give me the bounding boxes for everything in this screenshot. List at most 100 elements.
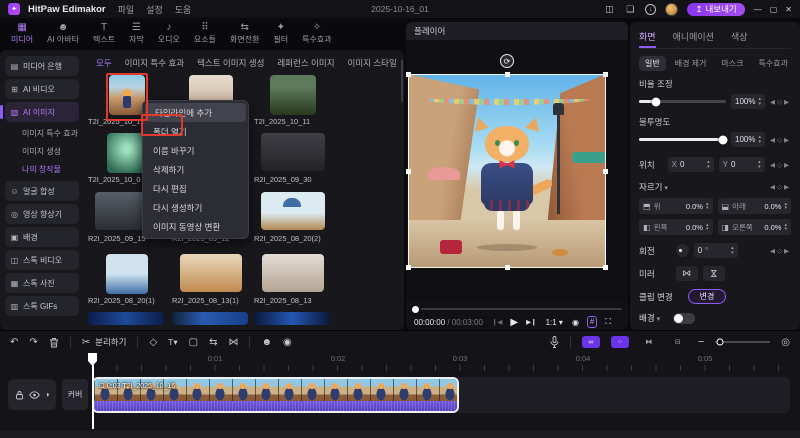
keyframe-controls[interactable] [770,183,791,191]
flip-vertical-icon[interactable]: ⋈ [703,266,725,281]
menu-help[interactable]: 도움 [175,3,192,16]
media-item[interactable] [88,312,166,325]
media-item[interactable] [172,312,250,325]
seek-track[interactable] [421,308,622,310]
menu-item-rename[interactable]: 이름 바꾸기 [143,141,248,160]
timeline-zoom-slider[interactable] [715,341,770,343]
media-thumbnail[interactable] [262,254,324,292]
media-thumbnail[interactable] [88,312,164,325]
crop-left-field[interactable]: ◧왼쪽0.0% [639,219,713,235]
tab-color[interactable]: 색상 [731,30,748,48]
export-button[interactable]: ↥ 내보내기 [687,3,744,16]
menu-item-delete[interactable]: 삭제하기 [143,160,248,179]
selection-handle[interactable] [603,72,608,77]
keyframe-controls[interactable] [770,98,791,106]
stepper-icon[interactable] [784,223,787,232]
media-thumbnail[interactable] [270,75,316,115]
media-item[interactable]: R2I_2025_08_20(1) [88,254,166,305]
sidebar-item-background[interactable]: ▣ 배경 [5,227,79,247]
tab-media[interactable]: ▦ 미디어 [4,23,40,45]
stepper-icon[interactable] [731,246,734,255]
keyframe-controls[interactable] [770,161,791,169]
media-item[interactable]: R2I_2025_08_13 [254,254,332,305]
cover-button[interactable]: 커버 [62,379,88,410]
player-seekbar[interactable] [412,305,622,313]
selection-box[interactable] [408,74,606,268]
face-detect-icon[interactable]: ☻ [261,337,272,348]
opacity-value-box[interactable]: 100% [731,132,765,147]
playhead-line[interactable] [92,365,94,429]
media-thumbnail[interactable] [261,133,325,171]
zoom-slider-handle[interactable] [716,339,723,346]
crop-icon[interactable]: ▢ [189,337,198,348]
media-item[interactable]: R2I_2025_08_20(2) [254,192,332,243]
tab-transition[interactable]: ⇆ 화면전환 [223,23,266,45]
keyframe-controls[interactable] [770,136,791,144]
menu-file[interactable]: 파일 [118,3,135,16]
zoom-fit-icon[interactable]: ◎ [781,337,790,348]
scale-value-box[interactable]: 100% [731,94,765,109]
media-tab-all[interactable]: 모두 [96,57,112,69]
selection-handle[interactable] [406,265,411,270]
timeline-clip[interactable]: ⊡ 0:03 T2I_2025_10_16 [92,377,459,413]
tab-ai-avatar[interactable]: ☻ AI 아바타 [40,23,86,45]
media-thumbnail[interactable] [180,254,242,292]
media-thumbnail[interactable] [261,192,325,230]
stepper-icon[interactable] [784,202,787,211]
media-item[interactable]: R2I_2025_08_13(1) [172,254,250,305]
subtab-bg-remove[interactable]: 배경 제거 [669,56,713,71]
sidebar-item-stock-video[interactable]: ◫ 스톡 비디오 [5,250,79,270]
user-avatar[interactable] [665,3,678,16]
microphone-icon[interactable] [550,336,559,348]
crop-right-field[interactable]: ◨오른쪽0.0% [718,219,792,235]
media-item[interactable]: T2I_2025_10_11 [254,75,332,126]
selection-handle[interactable] [603,265,608,270]
subtab-effects[interactable]: 특수효과 [753,56,794,71]
play-icon[interactable]: ▶ [510,317,518,328]
lock-icon[interactable] [15,390,24,400]
position-y-field[interactable]: Y0 [719,157,765,172]
tab-effects[interactable]: ✧ 특수효과 [295,23,338,45]
stepper-icon[interactable] [758,160,761,169]
mirror-icon[interactable]: ⋈ [228,337,238,348]
flip-horizontal-icon[interactable]: ⋈ [676,266,698,281]
rotate-dial[interactable] [676,244,689,257]
sidebar-item-face-swap[interactable]: ☺ 얼굴 합성 [5,181,79,201]
seek-handle[interactable] [412,306,419,313]
selection-handle[interactable] [505,265,510,270]
trash-icon[interactable] [49,337,59,348]
sidebar-item-stock-gifs[interactable]: ▥ 스톡 GIFs [5,296,79,316]
zoom-out-icon[interactable]: − [698,336,704,348]
tab-screen[interactable]: 화면 [639,30,656,48]
background-toggle[interactable] [673,313,695,324]
chain-toggle[interactable]: ⧓ [640,336,658,348]
download-icon[interactable]: ↓ [645,4,656,15]
tab-audio[interactable]: ♪ 오디오 [151,23,187,45]
media-scrollbar[interactable] [401,60,403,102]
stepper-icon[interactable] [706,223,709,232]
fullscreen-icon[interactable]: ⛶ [605,317,611,327]
tab-subtitle[interactable]: ☰ 자막 [122,23,151,45]
selection-handle[interactable] [406,72,411,77]
crop-bottom-field[interactable]: ⬓아래0.0% [718,198,792,214]
subtab-general[interactable]: 일반 [639,56,666,71]
rotate-handle[interactable]: ⟳ [500,54,514,68]
eye-icon[interactable] [29,391,40,399]
crop-top-field[interactable]: ⬒위0.0% [639,198,713,214]
stepper-icon[interactable] [758,97,761,106]
media-tab-image-style[interactable]: 이미지 스타일 [348,57,397,69]
tab-text[interactable]: T 텍스트 [86,23,122,45]
next-frame-icon[interactable]: ▶❙ [526,318,536,326]
camera-track-icon[interactable]: ◉ [283,337,292,348]
tab-elements[interactable]: ⠿ 요소들 [187,23,223,45]
subtab-mask[interactable]: 마스크 [715,56,749,71]
sidebar-item-ai-video[interactable]: ⊞ AI 비디오 [5,79,79,99]
selection-handle[interactable] [406,169,411,174]
position-x-field[interactable]: X0 [668,157,714,172]
rotate-value-box[interactable]: 0° [694,243,738,258]
tab-filter[interactable]: ✦ 필터 [266,23,295,45]
mute-icon[interactable]: ◑ [45,390,50,399]
keyframe-controls[interactable] [770,247,791,255]
previous-frame-icon[interactable]: ❙◀ [492,318,502,326]
timeline-ruler[interactable]: 0:01 0:02 0:03 0:04 0:05 [0,353,800,375]
